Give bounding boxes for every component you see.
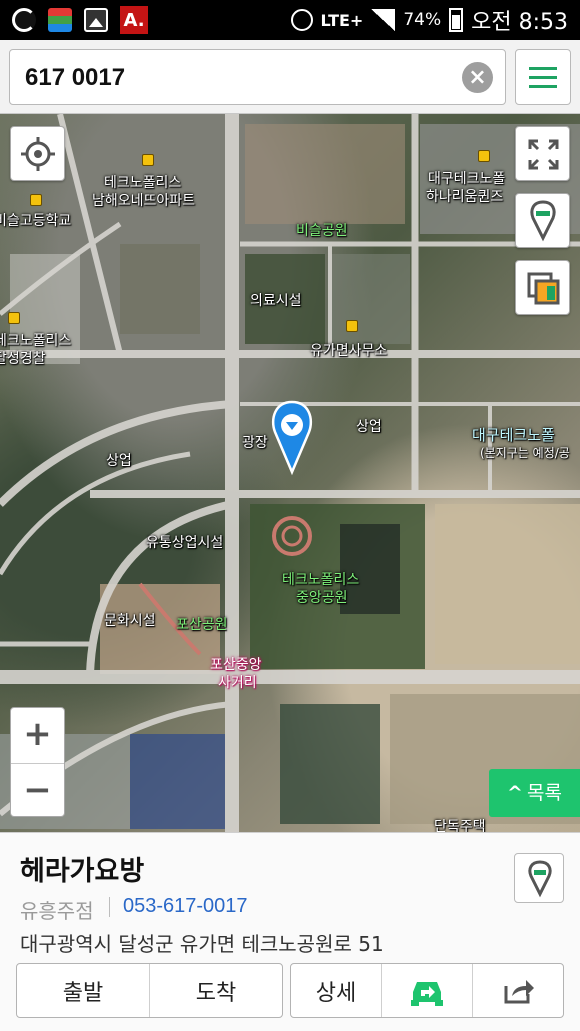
- map-label-bisl-park[interactable]: 비슬공원: [296, 220, 348, 240]
- layers-icon: [527, 272, 560, 305]
- pin-icon: [530, 200, 556, 242]
- zoom-control: + −: [10, 707, 65, 817]
- clock: 오전 8:53: [471, 10, 568, 35]
- poi-marker[interactable]: [478, 150, 490, 162]
- map-label-hanaroom[interactable]: 하나리움퀸즈: [426, 186, 503, 206]
- network-type: LTE+: [320, 10, 364, 30]
- phone-link[interactable]: 053-617-0017: [123, 895, 248, 918]
- map-label-culture[interactable]: 문화시설: [104, 610, 156, 630]
- map-roads: [0, 114, 580, 832]
- map-label-police[interactable]: 달성경찰: [0, 348, 46, 368]
- alarm-icon: [290, 9, 313, 31]
- map-label-medical[interactable]: 의료시설: [250, 290, 302, 310]
- expand-icon: [528, 139, 559, 170]
- search-toolbar: 617 0017 ×: [0, 40, 580, 114]
- map-label-detached[interactable]: 단독주택: [434, 816, 486, 832]
- status-bar: A. LTE+ 74% 오전 8:53: [0, 0, 580, 40]
- hamburger-menu-icon: [529, 67, 557, 70]
- map-label-intersection-2[interactable]: 사거리: [218, 672, 257, 692]
- share-icon: [504, 979, 534, 1003]
- gallery-icon: [84, 8, 108, 32]
- detail-button[interactable]: 상세: [291, 964, 381, 1017]
- search-query[interactable]: 617 0017: [25, 64, 125, 92]
- map-label-planned[interactable]: (본지구는 예정/공: [480, 444, 570, 461]
- menu-button[interactable]: [515, 49, 571, 105]
- place-marker-button[interactable]: [515, 193, 570, 248]
- poi-marker[interactable]: [8, 312, 20, 324]
- clear-icon[interactable]: ×: [462, 62, 493, 93]
- poi-marker[interactable]: [142, 154, 154, 166]
- crosshair-icon: [21, 137, 55, 171]
- gesture-icon: [12, 8, 36, 32]
- map-label-office[interactable]: 유가면사무소: [310, 340, 387, 360]
- pin-icon: [528, 860, 552, 898]
- map-layers-button[interactable]: [515, 260, 570, 315]
- satellite-map[interactable]: 테크노폴리스 남해오네뜨아파트 비슬고등학교 테크노폴리스 달성경찰 대구테크노…: [0, 114, 580, 832]
- screen: A. LTE+ 74% 오전 8:53 617 0017 × 테크노폴리스 남해…: [0, 0, 580, 1031]
- divider: [109, 897, 110, 917]
- battery-icon: [449, 8, 464, 32]
- map-label-daegu-techno[interactable]: 대구테크노폴: [428, 168, 505, 188]
- place-name[interactable]: 헤라가요방: [20, 849, 144, 888]
- zoom-in-button[interactable]: +: [11, 708, 64, 763]
- chevron-up-icon: ^: [507, 782, 523, 804]
- map-label-techno-namhae[interactable]: 테크노폴리스: [104, 172, 181, 192]
- search-input[interactable]: 617 0017 ×: [9, 49, 506, 105]
- map-label-plaza[interactable]: 광장: [242, 432, 268, 452]
- list-button-label: 목록: [526, 782, 562, 804]
- map-label-central-park-1[interactable]: 테크노폴리스: [282, 569, 359, 589]
- place-action-group: 상세: [290, 963, 564, 1018]
- map-label-distribution[interactable]: 유통상업시설: [146, 532, 223, 552]
- acrobat-icon: A.: [120, 6, 148, 34]
- map-label-central-park-2[interactable]: 중앙공원: [296, 587, 348, 607]
- place-address: 대구광역시 달성군 유가면 테크노공원로 51: [20, 932, 384, 956]
- place-info-panel: 헤라가요방 유흥주점 053-617-0017 대구광역시 달성군 유가면 테크…: [0, 832, 580, 1031]
- map-label-school[interactable]: 비슬고등학교: [0, 210, 71, 230]
- location-pin-icon: [271, 400, 313, 476]
- arrive-button[interactable]: 도착: [149, 964, 282, 1017]
- list-button[interactable]: ^ 목록: [489, 769, 580, 817]
- place-category: 유흥주점: [20, 899, 94, 923]
- map-label-intersection-1[interactable]: 포산중앙: [210, 654, 262, 674]
- map-label-commercial-right[interactable]: 상업: [356, 416, 382, 436]
- poi-marker[interactable]: [346, 320, 358, 332]
- share-button[interactable]: [472, 964, 563, 1017]
- map-label-commercial-left[interactable]: 상업: [106, 450, 132, 470]
- map-label-techno-left[interactable]: 테크노폴리스: [0, 330, 71, 350]
- map-label-posan-park[interactable]: 포산공원: [176, 614, 228, 634]
- car-navigation-icon: [411, 981, 443, 1006]
- map-label-namhae-apt[interactable]: 남해오네뜨아파트: [92, 190, 195, 210]
- poi-marker[interactable]: [30, 194, 42, 206]
- my-location-button[interactable]: [10, 126, 65, 181]
- navigation-button[interactable]: [381, 964, 472, 1017]
- signal-icon: [371, 9, 396, 31]
- fullscreen-button[interactable]: [515, 126, 570, 181]
- map-label-daegu-techno-cyan[interactable]: 대구테크노폴: [472, 424, 555, 445]
- battery-percent: 74%: [403, 10, 442, 30]
- zoom-out-button[interactable]: −: [11, 763, 64, 818]
- show-on-map-button[interactable]: [514, 853, 564, 903]
- color-bars-icon: [48, 8, 72, 32]
- route-button-group: 출발 도착: [16, 963, 283, 1018]
- depart-button[interactable]: 출발: [17, 964, 149, 1017]
